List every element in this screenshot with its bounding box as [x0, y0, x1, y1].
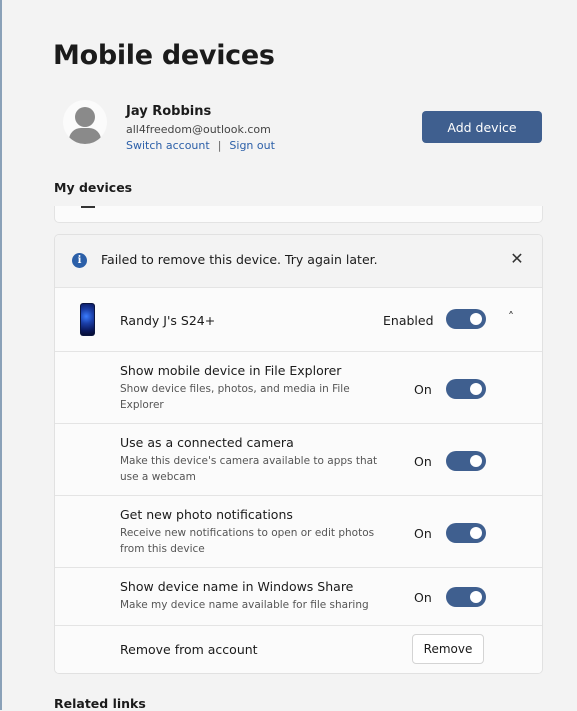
info-icon: i — [72, 253, 87, 268]
connected-camera-toggle[interactable] — [446, 451, 486, 471]
setting-description: Make my device name available for file s… — [120, 599, 369, 611]
phone-icon — [80, 303, 95, 336]
info-bar: i Failed to remove this device. Try agai… — [55, 235, 542, 288]
setting-state-label: On — [414, 526, 432, 541]
setting-row-connected-camera: Use as a connected camera Make this devi… — [55, 424, 542, 496]
related-links-heading: Related links — [54, 696, 146, 711]
setting-description: Make this device's camera available to a… — [120, 455, 378, 483]
setting-state-label: On — [414, 590, 432, 605]
setting-row-windows-share: Show device name in Windows Share Make m… — [55, 568, 542, 626]
sign-out-link[interactable]: Sign out — [229, 139, 275, 152]
setting-title: Use as a connected camera — [120, 435, 294, 450]
device-enabled-toggle[interactable] — [446, 309, 486, 329]
link-separator: | — [217, 139, 222, 152]
windows-share-toggle[interactable] — [446, 587, 486, 607]
device-header-row[interactable]: Randy J's S24+ Enabled ˄ — [55, 288, 542, 352]
switch-account-link[interactable]: Switch account — [126, 139, 210, 152]
device-card: i Failed to remove this device. Try agai… — [54, 234, 543, 674]
user-name: Jay Robbins — [126, 104, 212, 119]
setting-description: Show device files, photos, and media in … — [120, 383, 350, 411]
setting-row-remove: Remove from account Remove — [55, 626, 542, 673]
account-links: Switch account | Sign out — [126, 139, 275, 152]
page-title: Mobile devices — [53, 40, 275, 71]
device-status-label: Enabled — [383, 313, 434, 328]
setting-description: Receive new notifications to open or edi… — [120, 527, 375, 555]
close-icon[interactable]: ✕ — [507, 249, 527, 269]
setting-title: Show mobile device in File Explorer — [120, 363, 342, 378]
photo-notifications-toggle[interactable] — [446, 523, 486, 543]
my-devices-heading: My devices — [54, 180, 133, 195]
setting-title: Get new photo notifications — [120, 507, 293, 522]
chevron-up-icon[interactable]: ˄ — [508, 310, 514, 324]
file-explorer-toggle[interactable] — [446, 379, 486, 399]
setting-state-label: On — [414, 382, 432, 397]
user-email: all4freedom@outlook.com — [126, 123, 271, 136]
remove-button[interactable]: Remove — [412, 634, 484, 664]
setting-row-file-explorer: Show mobile device in File Explorer Show… — [55, 352, 542, 424]
previous-device-card — [54, 206, 543, 223]
device-icon-partial — [81, 206, 95, 208]
device-name: Randy J's S24+ — [120, 313, 216, 328]
add-device-button[interactable]: Add device — [422, 111, 542, 143]
user-avatar-icon — [63, 100, 107, 144]
info-message: Failed to remove this device. Try again … — [101, 252, 378, 267]
remove-from-account-label: Remove from account — [120, 642, 258, 657]
setting-state-label: On — [414, 454, 432, 469]
setting-row-photo-notifications: Get new photo notifications Receive new … — [55, 496, 542, 568]
setting-title: Show device name in Windows Share — [120, 579, 354, 594]
window-left-border — [0, 0, 2, 710]
